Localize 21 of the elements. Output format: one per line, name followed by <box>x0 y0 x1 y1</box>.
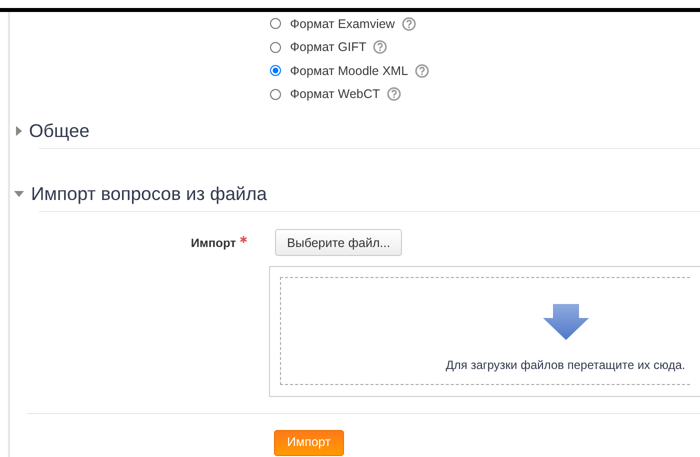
help-icon[interactable] <box>415 64 430 78</box>
help-icon[interactable] <box>373 40 388 54</box>
format-label[interactable]: Формат WebCT <box>290 87 380 102</box>
help-icon[interactable] <box>387 87 402 102</box>
caret-down-icon[interactable] <box>14 190 24 196</box>
radio-button[interactable] <box>270 42 281 53</box>
radio-button[interactable] <box>270 88 281 100</box>
help-icon[interactable] <box>402 16 416 31</box>
radio-button[interactable] <box>270 65 281 76</box>
section-title[interactable]: Импорт вопросов из файла <box>31 182 267 204</box>
format-label[interactable]: Формат Moodle XML <box>290 64 408 78</box>
field-label: Импорт <box>190 236 236 250</box>
drop-zone-text: Для загрузки файлов перетащите их сюда. <box>446 358 686 372</box>
choose-file-button[interactable]: Выберите файл... <box>275 229 402 256</box>
down-arrow-icon <box>542 304 588 340</box>
drop-zone[interactable]: Для загрузки файлов перетащите их сюда. <box>280 277 690 385</box>
section-title[interactable]: Общее <box>29 120 90 142</box>
caret-right-icon[interactable] <box>16 126 22 136</box>
format-label[interactable]: Формат Examview <box>290 16 395 31</box>
radio-button[interactable] <box>270 18 281 30</box>
format-label[interactable]: Формат GIFT <box>290 40 366 54</box>
